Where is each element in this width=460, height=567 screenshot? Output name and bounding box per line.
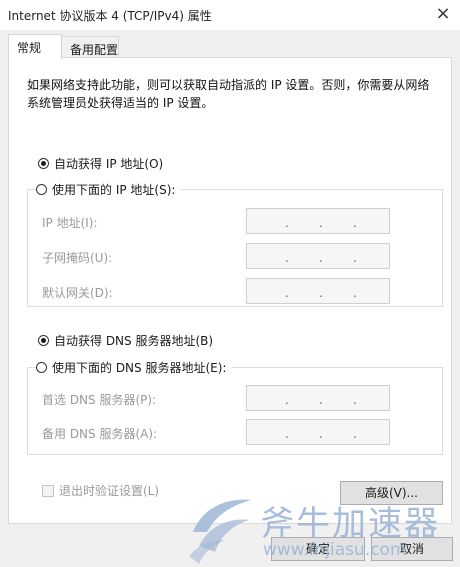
ip-dot: . bbox=[353, 427, 357, 441]
validate-on-exit-checkbox[interactable] bbox=[42, 484, 54, 497]
ip-manual-label: 使用下面的 IP 地址(S): bbox=[52, 183, 176, 197]
dns-manual-label: 使用下面的 DNS 服务器地址(E): bbox=[52, 361, 227, 375]
alternate-dns-label: 备用 DNS 服务器(A): bbox=[42, 427, 158, 441]
ip-dot: . bbox=[285, 251, 289, 265]
close-icon[interactable]: × bbox=[432, 3, 454, 25]
ip-dot: . bbox=[319, 427, 323, 441]
preferred-dns-input[interactable]: . . . bbox=[246, 385, 390, 411]
general-panel: 如果网络支持此功能，则可以获取自动指派的 IP 设置。否则，你需要从网络系统管理… bbox=[8, 57, 452, 524]
preferred-dns-label: 首选 DNS 服务器(P): bbox=[42, 393, 157, 407]
ip-auto-label: 自动获得 IP 地址(O) bbox=[54, 157, 164, 171]
ip-dot: . bbox=[353, 216, 357, 230]
window-title: Internet 协议版本 4 (TCP/IPv4) 属性 bbox=[8, 9, 212, 23]
dns-auto-label: 自动获得 DNS 服务器地址(B) bbox=[54, 334, 214, 348]
ip-dot: . bbox=[285, 393, 289, 407]
watermark-text: 斧牛加速器 bbox=[260, 504, 440, 544]
title-bar: Internet 协议版本 4 (TCP/IPv4) 属性 × bbox=[0, 0, 460, 30]
ip-dot: . bbox=[319, 393, 323, 407]
dns-manual-option[interactable]: 使用下面的 DNS 服务器地址(E): bbox=[36, 359, 233, 376]
watermark: 斧牛加速器 www.fnjiasu.com bbox=[185, 492, 460, 567]
ip-dot: . bbox=[353, 251, 357, 265]
ip-manual-option[interactable]: 使用下面的 IP 地址(S): bbox=[36, 181, 182, 198]
ip-dot: . bbox=[285, 286, 289, 300]
tab-general[interactable]: 常规 bbox=[8, 34, 62, 59]
default-gateway-input[interactable]: . . . bbox=[246, 278, 390, 304]
watermark-url: www.fnjiasu.com bbox=[263, 540, 407, 560]
ip-auto-radio[interactable] bbox=[38, 158, 49, 169]
ip-manual-radio[interactable] bbox=[36, 184, 47, 195]
ip-dot: . bbox=[285, 427, 289, 441]
tab-alternate-config-label: 备用配置 bbox=[70, 43, 119, 57]
tab-alternate-config[interactable]: 备用配置 bbox=[61, 36, 119, 57]
ip-address-label: IP 地址(I): bbox=[42, 216, 98, 230]
ip-auto-option[interactable]: 自动获得 IP 地址(O) bbox=[38, 155, 163, 172]
ip-dot: . bbox=[353, 393, 357, 407]
tab-general-label: 常规 bbox=[17, 41, 42, 55]
validate-on-exit-label: 退出时验证设置(L) bbox=[59, 484, 160, 498]
watermark-logo-icon bbox=[189, 499, 251, 564]
ip-dot: . bbox=[319, 286, 323, 300]
ip-dot: . bbox=[319, 216, 323, 230]
dns-auto-radio[interactable] bbox=[38, 335, 49, 346]
ip-address-input[interactable]: . . . bbox=[246, 208, 390, 234]
description-text: 如果网络支持此功能，则可以获取自动指派的 IP 设置。否则，你需要从网络系统管理… bbox=[27, 78, 430, 110]
ip-dot: . bbox=[353, 286, 357, 300]
alternate-dns-input[interactable]: . . . bbox=[246, 419, 390, 445]
subnet-mask-input[interactable]: . . . bbox=[246, 243, 390, 269]
subnet-mask-label: 子网掩码(U): bbox=[42, 251, 113, 265]
ip-dot: . bbox=[285, 216, 289, 230]
default-gateway-label: 默认网关(D): bbox=[42, 286, 113, 300]
dns-manual-radio[interactable] bbox=[36, 362, 47, 373]
ip-dot: . bbox=[319, 251, 323, 265]
validate-on-exit-option[interactable]: 退出时验证设置(L) bbox=[42, 482, 159, 499]
dns-auto-option[interactable]: 自动获得 DNS 服务器地址(B) bbox=[38, 332, 213, 349]
